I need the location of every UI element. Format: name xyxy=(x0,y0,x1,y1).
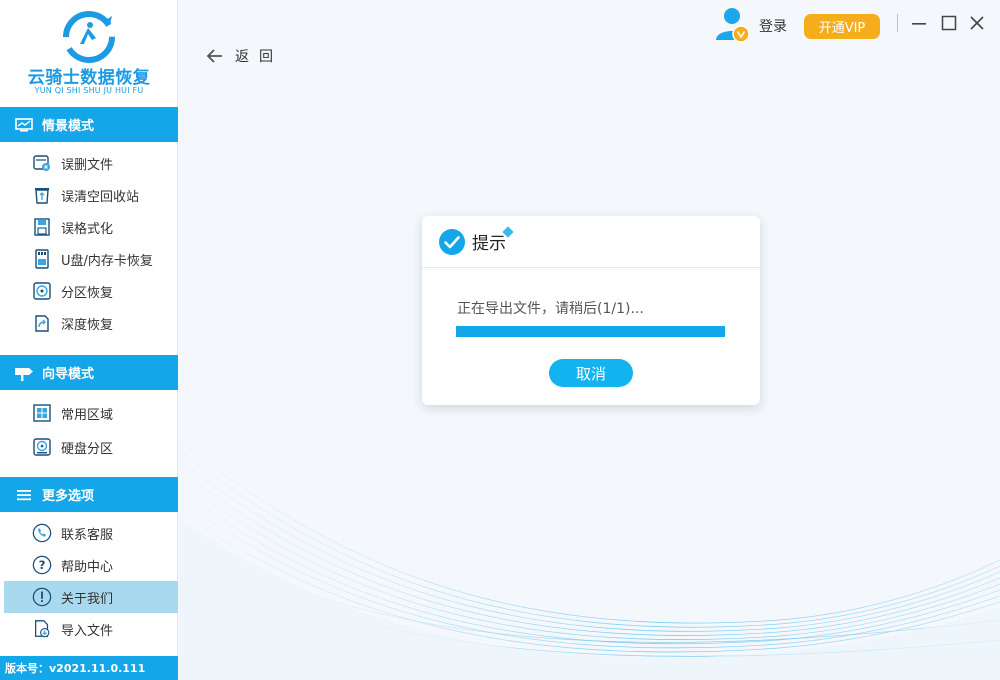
sidebar-item-help[interactable]: ? 帮助中心 xyxy=(0,549,178,581)
sidebar-item-label: 硬盘分区 xyxy=(61,441,114,457)
sidebar-item-recycle-bin[interactable]: 误清空回收站 xyxy=(0,179,178,211)
sidebar: 云骑士数据恢复 YUN QI SHI SHU JU HUI FU 情景模式 误删… xyxy=(0,0,178,680)
divider xyxy=(897,14,898,32)
app-logo: 云骑士数据恢复 YUN QI SHI SHU JU HUI FU xyxy=(0,0,177,107)
close-icon[interactable] xyxy=(968,14,986,32)
sidebar-item-label: 常用区域 xyxy=(61,407,114,423)
deleted-file-icon xyxy=(32,153,52,173)
sidebar-item-common-area[interactable]: 常用区域 xyxy=(0,396,178,430)
section-wizard: 向导模式 常用区域 硬盘分区 xyxy=(0,355,178,464)
vip-button[interactable]: 开通VIP xyxy=(804,14,880,39)
export-progress-dialog: 提示 正在导出文件，请稍后(1/1)... 取消 xyxy=(422,216,760,405)
sidebar-item-about[interactable]: 关于我们 xyxy=(4,581,178,613)
sidebar-item-deleted-files[interactable]: 误删文件 xyxy=(0,147,178,179)
svg-text:?: ? xyxy=(39,558,46,572)
back-button[interactable]: 返回 xyxy=(205,46,283,66)
windows-icon xyxy=(32,403,52,423)
harddisk-icon xyxy=(32,437,52,457)
app-name: 云骑士数据恢复 xyxy=(27,68,151,88)
back-label: 返回 xyxy=(235,49,283,65)
sidebar-item-label: 联系客服 xyxy=(61,527,114,543)
phone-icon xyxy=(32,523,52,543)
sidebar-item-label: 误清空回收站 xyxy=(61,189,140,205)
sidebar-item-label: U盘/内存卡恢复 xyxy=(61,253,153,269)
import-file-icon xyxy=(32,619,52,639)
app-pinyin: YUN QI SHI SHU JU HUI FU xyxy=(34,86,144,95)
menu-lines-icon xyxy=(14,487,34,503)
format-disk-icon xyxy=(32,217,52,237)
sidebar-item-disk-partition[interactable]: 硬盘分区 xyxy=(0,430,178,464)
check-circle-icon xyxy=(439,228,465,255)
signpost-icon xyxy=(14,365,34,381)
login-link[interactable]: 登录 xyxy=(759,16,787,36)
progress-fill xyxy=(456,326,725,337)
sidebar-item-label: 误删文件 xyxy=(61,157,114,173)
maximize-icon[interactable] xyxy=(940,14,958,32)
section-title: 情景模式 xyxy=(42,119,95,134)
usb-card-icon xyxy=(32,249,52,269)
sidebar-item-partition[interactable]: 分区恢复 xyxy=(0,275,178,307)
sidebar-item-import[interactable]: 导入文件 xyxy=(0,613,178,645)
sidebar-item-label: 帮助中心 xyxy=(61,559,114,575)
progress-bar xyxy=(456,326,725,337)
version-label: 版本号：v2021.11.0.111 xyxy=(0,656,178,680)
section-title: 更多选项 xyxy=(42,489,95,504)
sidebar-item-label: 深度恢复 xyxy=(61,317,114,333)
help-icon: ? xyxy=(32,555,52,575)
recycle-bin-icon xyxy=(32,185,52,205)
sidebar-item-label: 误格式化 xyxy=(61,221,114,237)
logo-icon xyxy=(63,11,115,63)
info-icon xyxy=(32,587,52,607)
dialog-message: 正在导出文件，请稍后(1/1)... xyxy=(457,301,644,317)
section-title: 向导模式 xyxy=(42,367,95,382)
dialog-header: 提示 xyxy=(422,216,760,268)
section-more: 更多选项 联系客服 ? 帮助中心 关于我们 导入文件 xyxy=(0,477,178,645)
sidebar-item-label: 关于我们 xyxy=(61,591,114,607)
sidebar-item-label: 导入文件 xyxy=(61,623,114,639)
section-header-wizard: 向导模式 xyxy=(0,355,178,390)
sidebar-item-contact[interactable]: 联系客服 xyxy=(0,517,178,549)
partition-icon xyxy=(32,281,52,301)
user-avatar-icon[interactable] xyxy=(713,6,751,44)
cancel-button[interactable]: 取消 xyxy=(549,359,633,387)
arrow-left-icon xyxy=(206,49,222,63)
minimize-icon[interactable] xyxy=(910,14,928,32)
scenario-icon xyxy=(14,117,34,133)
sidebar-item-usb-card[interactable]: U盘/内存卡恢复 xyxy=(0,243,178,275)
section-header-scenario: 情景模式 xyxy=(0,107,178,142)
deep-recovery-icon xyxy=(32,313,52,333)
sidebar-item-deep-recovery[interactable]: 深度恢复 xyxy=(0,307,178,339)
section-scenario: 情景模式 误删文件 误清空回收站 误格式化 U盘/内存卡恢复 分区恢复 深度恢复 xyxy=(0,107,178,339)
dialog-title: 提示 xyxy=(472,234,506,254)
sidebar-item-label: 分区恢复 xyxy=(61,285,114,301)
sidebar-item-format[interactable]: 误格式化 xyxy=(0,211,178,243)
section-header-more: 更多选项 xyxy=(0,477,178,512)
